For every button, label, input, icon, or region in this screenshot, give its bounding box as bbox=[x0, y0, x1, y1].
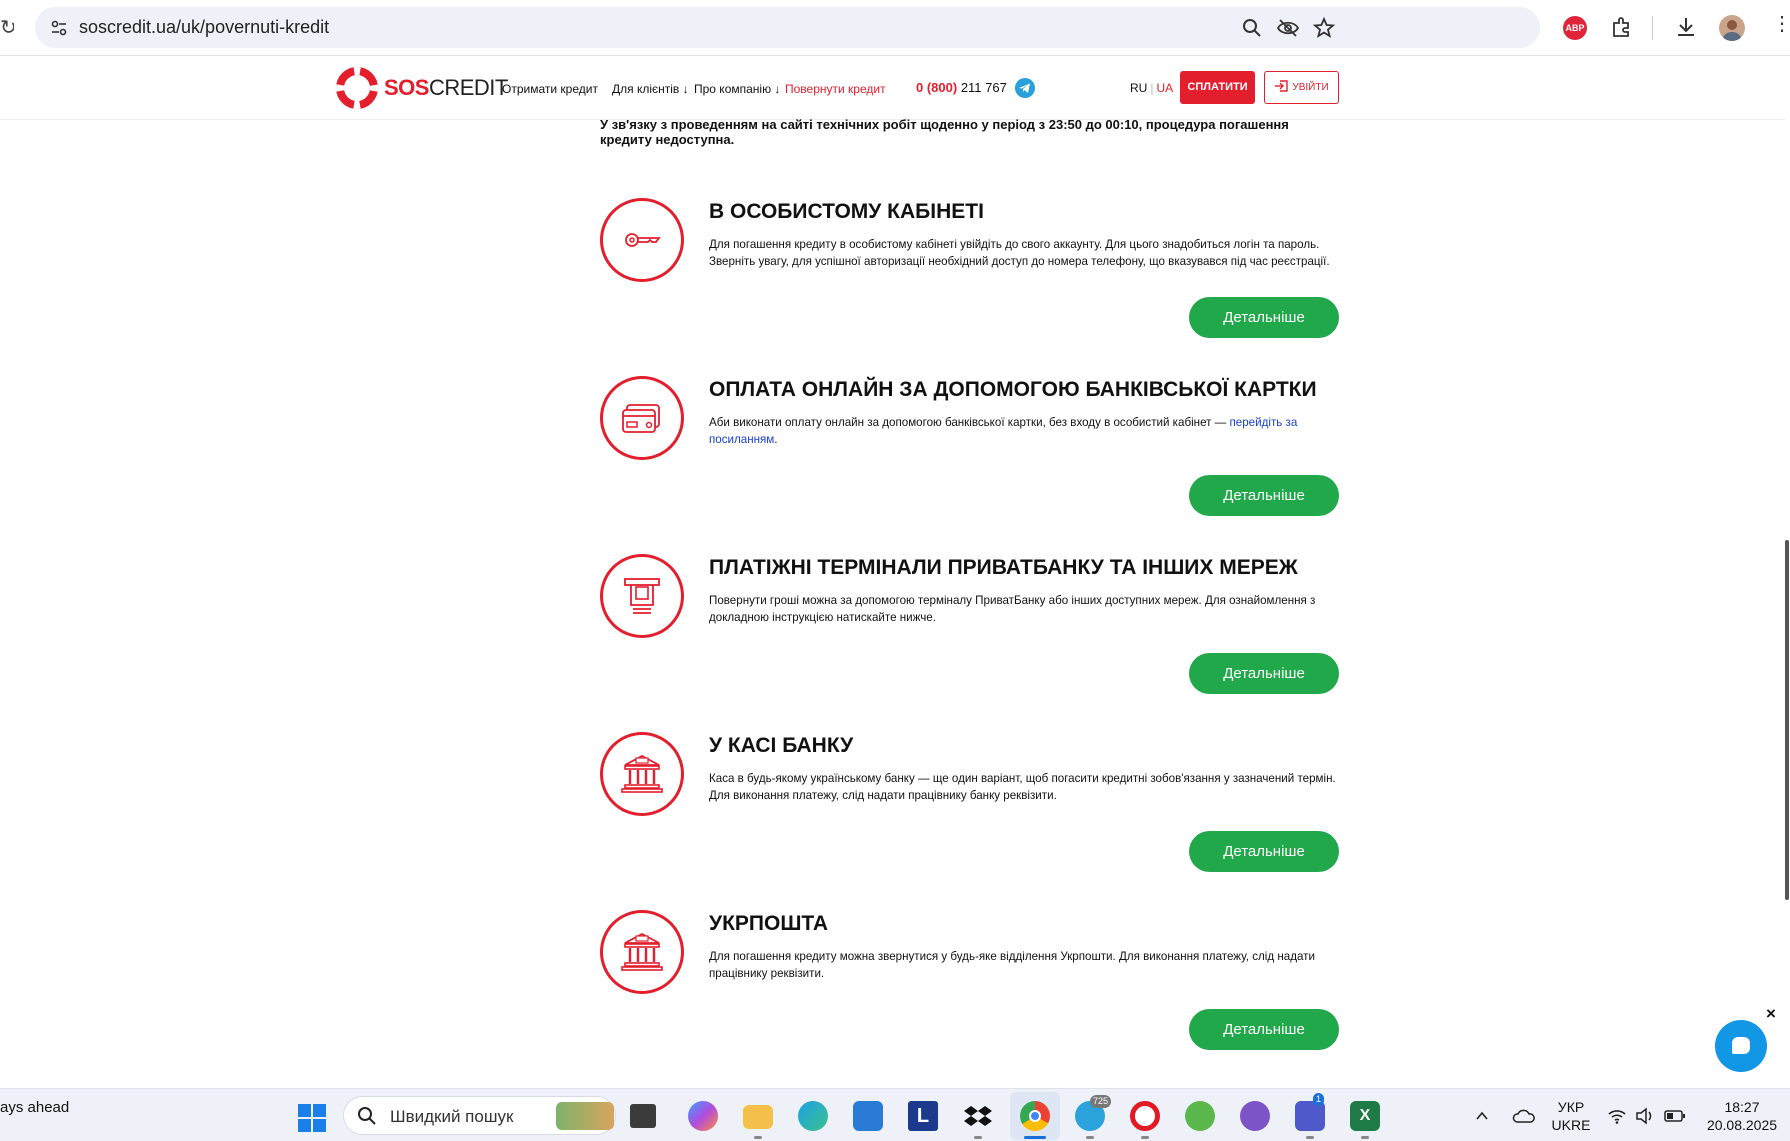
section-text: Повернути гроші можна за допомогою термі… bbox=[709, 594, 1316, 624]
section-text: Для погашення кредиту в особистому кабін… bbox=[709, 238, 1330, 268]
teams-badge: 1 bbox=[1313, 1093, 1325, 1106]
excel-icon[interactable]: X bbox=[1350, 1101, 1380, 1131]
section-title: В ОСОБИСТОМУ КАБІНЕТІ bbox=[709, 200, 984, 223]
active-app-indicator bbox=[1024, 1136, 1046, 1139]
phone-number[interactable]: 0 (800) 211 767 bbox=[916, 80, 1007, 95]
pay-button[interactable]: СПЛАТИТИ bbox=[1180, 71, 1255, 104]
section-personal-cabinet: В ОСОБИСТОМУ КАБІНЕТІ Для погашення кред… bbox=[600, 198, 1340, 376]
chat-widget-button[interactable] bbox=[1715, 1020, 1767, 1072]
address-bar[interactable]: soscredit.ua/uk/povernuti-kredit bbox=[35, 7, 1540, 48]
windows-taskbar: ays ahead Швидкий пошук L 725 1 X УКР UKR… bbox=[0, 1088, 1790, 1141]
task-view-icon[interactable] bbox=[630, 1104, 656, 1128]
soscredit-logo[interactable]: SOSCREDIT bbox=[336, 66, 508, 110]
section-title: УКРПОШТА bbox=[709, 912, 829, 935]
details-button[interactable]: Детальніше bbox=[1189, 831, 1339, 872]
section-text: Для погашення кредиту можна звернутися у… bbox=[709, 950, 1315, 980]
section-title: ПЛАТІЖНІ ТЕРМІНАЛИ ПРИВАТБАНКУ ТА ІНШИХ … bbox=[709, 556, 1298, 579]
nav-get-credit[interactable]: Отримати кредит bbox=[502, 82, 598, 96]
copilot-icon[interactable] bbox=[688, 1101, 718, 1131]
section-icon-circle bbox=[600, 910, 684, 994]
reload-icon[interactable]: ↻ bbox=[0, 16, 14, 40]
volume-icon[interactable] bbox=[1635, 1107, 1655, 1125]
edge-icon[interactable] bbox=[798, 1101, 828, 1131]
post-office-icon bbox=[621, 932, 663, 971]
page-scrollbar[interactable] bbox=[1785, 540, 1789, 900]
utorrent-icon[interactable] bbox=[1185, 1101, 1215, 1131]
logo-text: SOSCREDIT bbox=[384, 75, 508, 100]
login-icon bbox=[1275, 80, 1289, 92]
section-text: Аби виконати оплату онлайн за допомогою … bbox=[709, 416, 1298, 446]
keyboard-language[interactable]: УКР UKRE bbox=[1550, 1098, 1592, 1134]
dropbox-icon[interactable] bbox=[963, 1101, 993, 1131]
details-button[interactable]: Детальніше bbox=[1189, 475, 1339, 516]
app-indicator bbox=[754, 1136, 762, 1139]
section-terminals: ПЛАТІЖНІ ТЕРМІНАЛИ ПРИВАТБАНКУ ТА ІНШИХ … bbox=[600, 554, 1340, 732]
bank-icon bbox=[621, 754, 663, 793]
section-online-card: ОПЛАТА ОНЛАЙН ЗА ДОПОМОГОЮ БАНКІВСЬКОЇ К… bbox=[600, 376, 1340, 554]
section-icon-circle bbox=[600, 376, 684, 460]
card-icon bbox=[622, 404, 660, 433]
app-l-icon[interactable]: L bbox=[908, 1101, 938, 1131]
language-switcher: RU | UA bbox=[1130, 81, 1174, 95]
telegram-badge: 725 bbox=[1090, 1095, 1112, 1108]
windows-start-icon[interactable] bbox=[298, 1104, 326, 1132]
section-icon-circle bbox=[600, 198, 684, 282]
details-button[interactable]: Детальніше bbox=[1189, 653, 1339, 694]
login-button[interactable]: УВІЙТИ bbox=[1264, 71, 1339, 104]
adblock-extension-icon[interactable]: ABP bbox=[1563, 16, 1587, 40]
profile-avatar[interactable] bbox=[1719, 15, 1745, 41]
toolbar-divider bbox=[1652, 16, 1653, 40]
section-icon-circle bbox=[600, 732, 684, 816]
site-header: SOSCREDIT Отримати кредит Для клієнтів ↓… bbox=[0, 57, 1785, 120]
weather-widget-text[interactable]: ays ahead bbox=[0, 1099, 69, 1116]
store-icon[interactable] bbox=[853, 1101, 883, 1131]
nav-return-credit[interactable]: Повернути кредит bbox=[785, 82, 886, 96]
browser-menu-icon[interactable]: ⋮ bbox=[1772, 14, 1790, 34]
chrome-icon[interactable] bbox=[1020, 1101, 1050, 1131]
eye-off-icon[interactable] bbox=[1276, 16, 1300, 40]
key-icon bbox=[625, 233, 661, 247]
details-button[interactable]: Детальніше bbox=[1189, 1009, 1339, 1050]
section-text: Каса в будь-якому українському банку — щ… bbox=[709, 772, 1336, 802]
lang-ru[interactable]: RU bbox=[1130, 81, 1147, 95]
section-bank-cashier: У КАСІ БАНКУ Каса в будь-якому українськ… bbox=[600, 732, 1340, 910]
battery-icon[interactable] bbox=[1664, 1109, 1686, 1123]
lifebuoy-logo-icon bbox=[336, 67, 378, 109]
chat-close-icon[interactable]: × bbox=[1766, 1004, 1776, 1024]
taskbar-search[interactable]: Швидкий пошук bbox=[343, 1096, 616, 1135]
chevron-up-icon[interactable] bbox=[1475, 1109, 1489, 1123]
telegram-icon[interactable] bbox=[1015, 78, 1035, 98]
onedrive-icon[interactable] bbox=[1512, 1107, 1536, 1125]
app-indicator bbox=[1361, 1136, 1369, 1139]
opera-icon[interactable] bbox=[1130, 1101, 1160, 1131]
section-icon-circle bbox=[600, 554, 684, 638]
clock[interactable]: 18:27 20.08.2025 bbox=[1700, 1098, 1784, 1134]
maintenance-notice: У зв'язку з проведенням на сайті технічн… bbox=[600, 117, 1289, 147]
section-title: У КАСІ БАНКУ bbox=[709, 734, 854, 757]
details-button[interactable]: Детальніше bbox=[1189, 297, 1339, 338]
section-title: ОПЛАТА ОНЛАЙН ЗА ДОПОМОГОЮ БАНКІВСЬКОЇ К… bbox=[709, 378, 1317, 401]
browser-toolbar: ↻ soscredit.ua/uk/povernuti-kredit ABP ⋮ bbox=[0, 0, 1790, 56]
url-text[interactable]: soscredit.ua/uk/povernuti-kredit bbox=[79, 17, 329, 38]
extensions-icon[interactable] bbox=[1609, 14, 1635, 40]
app-indicator bbox=[974, 1136, 982, 1139]
lang-ua[interactable]: UA bbox=[1156, 81, 1173, 95]
file-explorer-icon[interactable] bbox=[743, 1105, 773, 1129]
nav-for-clients[interactable]: Для клієнтів ↓ bbox=[612, 82, 689, 96]
search-highlight-image bbox=[556, 1102, 614, 1130]
zoom-icon[interactable] bbox=[1240, 16, 1264, 40]
nav-about[interactable]: Про компанію ↓ bbox=[694, 82, 780, 96]
download-icon[interactable] bbox=[1673, 14, 1699, 40]
bookmark-star-icon[interactable] bbox=[1312, 16, 1336, 40]
search-icon bbox=[358, 1107, 376, 1125]
site-settings-icon[interactable] bbox=[49, 18, 69, 38]
wifi-icon[interactable] bbox=[1607, 1107, 1627, 1125]
section-ukrposhta: УКРПОШТА Для погашення кредиту можна зве… bbox=[600, 910, 1340, 1088]
app-indicator bbox=[1141, 1136, 1149, 1139]
app-indicator bbox=[1086, 1136, 1094, 1139]
chat-icon bbox=[1732, 1037, 1750, 1054]
viber-icon[interactable] bbox=[1240, 1101, 1270, 1131]
terminal-icon bbox=[624, 578, 660, 614]
app-indicator bbox=[1306, 1136, 1314, 1139]
